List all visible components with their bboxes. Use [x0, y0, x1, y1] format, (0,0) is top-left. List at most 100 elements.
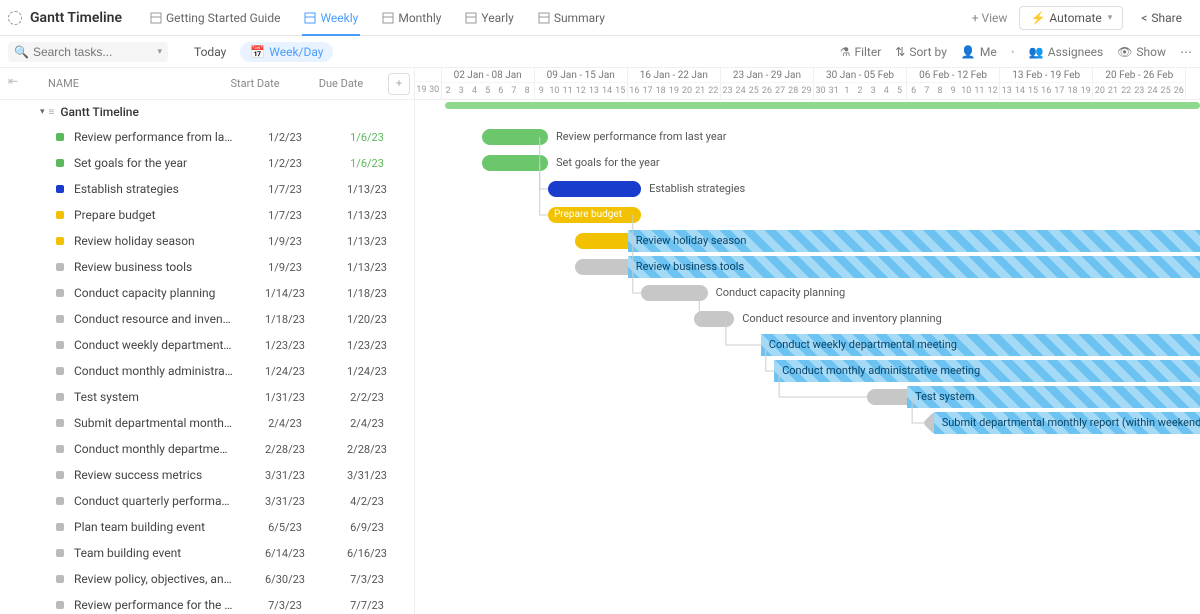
task-row[interactable]: Review holiday season1/9/231/13/23: [0, 228, 414, 254]
gantt-row: Review performance from last year: [415, 124, 1200, 150]
search-input[interactable]: 🔍 ▾: [8, 42, 168, 62]
view-icon: [150, 12, 162, 24]
tab-weekly[interactable]: Weekly: [292, 0, 370, 36]
due-date: 6/16/23: [328, 547, 414, 560]
task-row[interactable]: Conduct monthly administrative m...1/24/…: [0, 358, 414, 384]
start-date: 1/14/23: [242, 287, 328, 300]
gantt-bar[interactable]: Conduct capacity planning: [641, 285, 708, 301]
start-date: 1/2/23: [242, 131, 328, 144]
status-dot: [56, 549, 64, 557]
task-row[interactable]: Set goals for the year1/2/231/6/23: [0, 150, 414, 176]
chevron-down-icon: ▾: [1108, 13, 1113, 23]
weekday-toggle[interactable]: 📅 Week/Day: [240, 42, 333, 62]
tab-summary[interactable]: Summary: [526, 0, 617, 36]
task-name: Conduct monthly departmental m...: [74, 442, 242, 456]
col-due[interactable]: Due Date: [298, 77, 384, 90]
add-column-button[interactable]: +: [388, 73, 410, 95]
task-row[interactable]: Test system1/31/232/2/23: [0, 384, 414, 410]
task-row[interactable]: Plan team building event6/5/236/9/23: [0, 514, 414, 540]
gantt-row: Set goals for the year: [415, 150, 1200, 176]
week-column: 09 Jan - 15 Jan9101112131415: [535, 68, 628, 99]
start-date: 3/31/23: [242, 495, 328, 508]
week-column: 13 Feb - 19 Feb13141516171819: [1000, 68, 1093, 99]
show-button[interactable]: 👁Show: [1117, 45, 1166, 59]
task-row[interactable]: Team building event6/14/236/16/23: [0, 540, 414, 566]
bar-label: Conduct weekly departmental meeting: [769, 338, 957, 352]
today-button[interactable]: Today: [186, 42, 234, 62]
start-date: 6/5/23: [242, 521, 328, 534]
due-date: 4/2/23: [328, 495, 414, 508]
task-row[interactable]: Conduct weekly departmental me...1/23/23…: [0, 332, 414, 358]
due-date: 2/2/23: [328, 391, 414, 404]
automate-button[interactable]: ⚡ Automate ▾: [1019, 6, 1123, 30]
gantt-row: Review business toolsReview business too…: [415, 254, 1200, 280]
status-dot: [56, 393, 64, 401]
view-icon: [382, 12, 394, 24]
start-date: 1/23/23: [242, 339, 328, 352]
status-dot: [56, 289, 64, 297]
due-date: 2/4/23: [328, 417, 414, 430]
week-column: 16 Jan - 22 Jan16171819202122: [628, 68, 721, 99]
task-row[interactable]: Review policy, objectives, and busi...6/…: [0, 566, 414, 592]
col-name[interactable]: NAME: [48, 77, 212, 90]
calendar-icon: 📅: [250, 45, 265, 59]
task-row[interactable]: Conduct resource and inventory pl...1/18…: [0, 306, 414, 332]
gantt-bar[interactable]: Review performance from last year: [482, 129, 549, 145]
gantt-row: Establish strategies: [415, 176, 1200, 202]
task-row[interactable]: Review business tools1/9/231/13/23: [0, 254, 414, 280]
tab-getting-started-guide[interactable]: Getting Started Guide: [138, 0, 292, 36]
task-name: Review business tools: [74, 260, 242, 274]
striped-extension: Review holiday season: [628, 230, 1200, 252]
more-button[interactable]: ⋯: [1180, 45, 1192, 59]
group-row[interactable]: ▾ ≡ Gantt Timeline: [0, 100, 414, 124]
gantt-bar[interactable]: Conduct resource and inventory planning: [694, 311, 734, 327]
task-row[interactable]: Conduct quarterly performance m...3/31/2…: [0, 488, 414, 514]
share-button[interactable]: < Share: [1131, 7, 1192, 29]
task-row[interactable]: Review performance from last year1/2/231…: [0, 124, 414, 150]
week-column: 02 Jan - 08 Jan2345678: [442, 68, 535, 99]
filter-button[interactable]: ⚗Filter: [840, 45, 882, 59]
assignees-button[interactable]: 👥Assignees: [1029, 45, 1103, 59]
start-date: 1/18/23: [242, 313, 328, 326]
due-date: 1/24/23: [328, 365, 414, 378]
task-row[interactable]: Submit departmental monthly re...2/4/232…: [0, 410, 414, 436]
task-row[interactable]: Conduct capacity planning1/14/231/18/23: [0, 280, 414, 306]
gantt-bar[interactable]: Prepare budget: [548, 207, 641, 223]
sort-icon: ⇅: [895, 45, 905, 59]
due-date: 1/13/23: [328, 235, 414, 248]
start-date: 1/9/23: [242, 235, 328, 248]
task-row[interactable]: Review performance for the last 6 ...7/3…: [0, 592, 414, 614]
sortby-button[interactable]: ⇅Sort by: [895, 45, 947, 59]
due-date: 1/20/23: [328, 313, 414, 326]
bar-label: Prepare budget: [554, 208, 622, 222]
gantt-bar[interactable]: Establish strategies: [548, 181, 641, 197]
caret-down-icon: ▾: [40, 107, 45, 117]
task-list-panel: NAME Start Date Due Date + ▾ ≡ Gantt Tim…: [0, 68, 415, 614]
gantt-panel[interactable]: 193002 Jan - 08 Jan234567809 Jan - 15 Ja…: [415, 68, 1200, 614]
app-icon: [8, 11, 22, 25]
due-date: 1/6/23: [328, 131, 414, 144]
bar-label: Establish strategies: [649, 182, 745, 196]
due-date: 1/13/23: [328, 183, 414, 196]
task-row[interactable]: Review success metrics3/31/233/31/23: [0, 462, 414, 488]
list-icon: ≡: [49, 107, 55, 118]
status-dot: [56, 185, 64, 193]
status-dot: [56, 341, 64, 349]
status-dot: [56, 159, 64, 167]
status-dot: [56, 445, 64, 453]
me-button[interactable]: 👤Me: [961, 45, 997, 59]
status-dot: [56, 133, 64, 141]
task-row[interactable]: Establish strategies1/7/231/13/23: [0, 176, 414, 202]
status-dot: [56, 315, 64, 323]
col-start[interactable]: Start Date: [212, 77, 298, 90]
status-dot: [56, 367, 64, 375]
task-name: Prepare budget: [74, 208, 242, 222]
tab-yearly[interactable]: Yearly: [453, 0, 525, 36]
tab-monthly[interactable]: Monthly: [370, 0, 453, 36]
search-icon: 🔍: [14, 45, 29, 59]
task-row[interactable]: Prepare budget1/7/231/13/23: [0, 202, 414, 228]
add-view-button[interactable]: + View: [960, 11, 1020, 25]
start-date: 2/28/23: [242, 443, 328, 456]
gantt-bar[interactable]: Set goals for the year: [482, 155, 549, 171]
task-row[interactable]: Conduct monthly departmental m...2/28/23…: [0, 436, 414, 462]
